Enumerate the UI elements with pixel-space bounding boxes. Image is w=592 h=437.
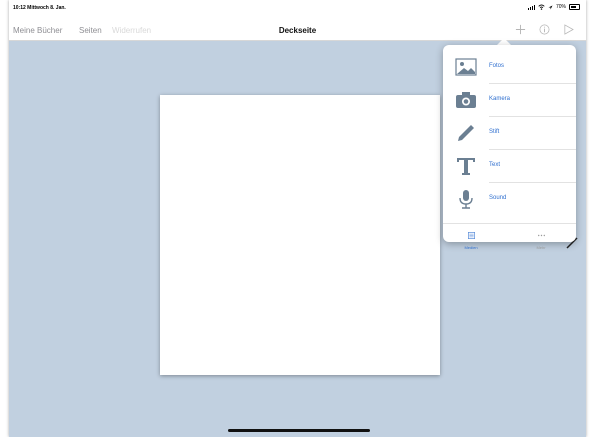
- tab-medien[interactable]: Medien: [451, 226, 491, 250]
- menu-item-stift[interactable]: Stift: [443, 117, 576, 150]
- text-icon: [457, 158, 475, 175]
- menu-item-label: Text: [489, 162, 501, 168]
- page-title: Deckseite: [278, 26, 317, 35]
- location-icon: [548, 5, 553, 9]
- popover-arrow: [497, 38, 511, 45]
- add-icon[interactable]: [515, 24, 526, 35]
- popover-tab-bar: Medien Mehr: [443, 223, 576, 250]
- menu-item-label: Stift: [489, 129, 500, 135]
- menu-item-kamera[interactable]: Kamera: [443, 84, 576, 117]
- info-icon[interactable]: [539, 24, 550, 35]
- more-icon: [537, 234, 545, 237]
- status-bar: 10:12 Mittwoch 8. Jan. 70%: [9, 0, 586, 18]
- battery-icon: [569, 4, 580, 10]
- menu-item-label: Sound: [489, 195, 507, 201]
- menu-item-fotos[interactable]: Fotos: [443, 51, 576, 84]
- microphone-icon: [459, 190, 473, 209]
- menu-item-sound[interactable]: Sound: [443, 183, 576, 216]
- ipad-screen: 10:12 Mittwoch 8. Jan. 70% Meine Bücher …: [9, 0, 586, 437]
- status-indicators: 70%: [527, 4, 580, 10]
- tab-label: Mehr: [536, 245, 546, 250]
- tab-mehr[interactable]: Mehr: [521, 226, 561, 250]
- book-page-canvas[interactable]: [160, 95, 440, 375]
- wifi-icon: [538, 4, 545, 10]
- battery-percent: 70%: [555, 4, 566, 10]
- media-list-icon: [467, 232, 475, 239]
- photo-icon: [455, 58, 477, 76]
- tab-label: Medien: [464, 245, 478, 250]
- menu-item-label: Kamera: [489, 96, 511, 102]
- play-icon[interactable]: [563, 24, 574, 35]
- signal-icon: [527, 4, 535, 10]
- pencil-icon: [458, 125, 474, 141]
- menu-item-label: Fotos: [489, 63, 505, 69]
- insert-media-popover: Fotos Kamera Stift Text Sound Medien Meh…: [443, 45, 576, 250]
- home-indicator: [228, 429, 370, 432]
- status-time: 10:12 Mittwoch 8. Jan.: [13, 5, 66, 11]
- camera-icon: [456, 92, 476, 108]
- menu-item-text[interactable]: Text: [443, 150, 576, 183]
